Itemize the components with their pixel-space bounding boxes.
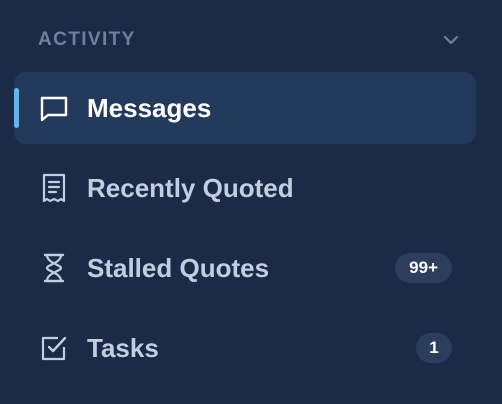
nav-item-label: Messages [87, 92, 212, 123]
check-square-icon [38, 332, 70, 364]
nav-item-label: Tasks [87, 332, 159, 363]
chevron-down-icon[interactable] [440, 29, 462, 51]
hourglass-icon [38, 252, 70, 284]
message-square-icon [38, 92, 70, 124]
receipt-icon [38, 172, 70, 204]
nav-item-label: Stalled Quotes [87, 252, 270, 283]
nav-item-messages[interactable]: Messages [14, 72, 476, 144]
active-indicator [14, 88, 19, 128]
section-title: ACTIVITY [38, 29, 136, 50]
nav-item-stalled-quotes[interactable]: Stalled Quotes 99+ [14, 232, 476, 304]
nav-item-tasks[interactable]: Tasks 1 [14, 312, 476, 384]
activity-section-header[interactable]: ACTIVITY [38, 26, 462, 54]
nav-item-label: Recently Quoted [87, 172, 294, 203]
count-badge: 99+ [395, 253, 452, 283]
nav-item-recently-quoted[interactable]: Recently Quoted [14, 152, 476, 224]
count-badge: 1 [416, 333, 452, 363]
